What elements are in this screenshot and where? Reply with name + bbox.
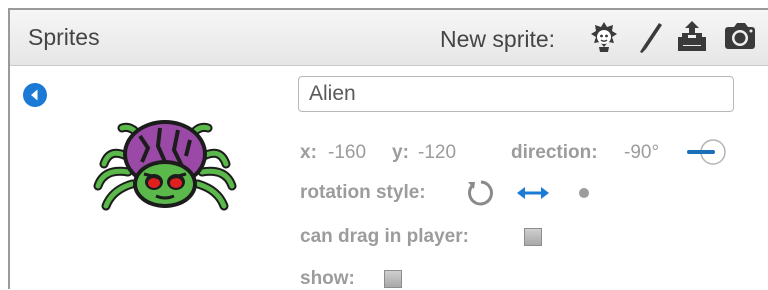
- sprite-thumbnail: [93, 120, 237, 211]
- paint-brush-icon: [640, 23, 662, 53]
- direction-dial-icon[interactable]: [686, 137, 730, 167]
- new-sprite-label: New sprite:: [440, 26, 556, 52]
- can-drag-checkbox[interactable]: [524, 228, 542, 246]
- rotation-style-label: rotation style:: [300, 182, 426, 203]
- upload-sprite-button[interactable]: [674, 19, 710, 55]
- direction-label: direction:: [511, 142, 598, 163]
- y-value: -120: [418, 142, 457, 163]
- sprite-library-icon: [591, 22, 617, 52]
- can-drag-label: can drag in player:: [300, 226, 469, 247]
- sprite-name-input[interactable]: [298, 76, 734, 112]
- panel-title: Sprites: [28, 24, 100, 50]
- left-right-icon[interactable]: [516, 182, 550, 204]
- show-label: show:: [300, 268, 355, 289]
- y-label: y:: [392, 142, 409, 163]
- sprite-info-back-icon[interactable]: [22, 82, 48, 108]
- x-label: x:: [300, 142, 317, 163]
- sprite-info-panel: Sprites New sprite: Alien x: -160 y: -12…: [8, 8, 768, 289]
- camera-sprite-button[interactable]: [722, 19, 758, 55]
- direction-value: -90°: [624, 142, 660, 163]
- camera-icon: [725, 23, 755, 49]
- dont-rotate-icon[interactable]: [577, 186, 591, 200]
- x-value: -160: [328, 142, 367, 163]
- sprite-library-button[interactable]: [586, 19, 622, 55]
- rotate-all-around-icon[interactable]: [466, 178, 496, 208]
- upload-icon: [678, 21, 706, 51]
- paint-new-sprite-button[interactable]: [632, 19, 668, 55]
- sprites-header: Sprites New sprite:: [10, 10, 768, 66]
- show-checkbox[interactable]: [384, 270, 402, 288]
